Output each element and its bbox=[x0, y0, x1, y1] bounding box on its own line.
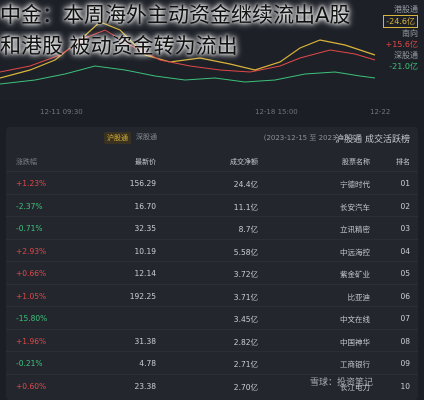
net-amount: 5.58亿 bbox=[233, 247, 258, 257]
net-amount: 3.71亿 bbox=[233, 292, 258, 302]
table-row[interactable]: 09 工商银行 2.71亿 4.78 -0.21% bbox=[6, 351, 418, 374]
rank-cell: 07 bbox=[400, 314, 410, 323]
net-amount: 3.72亿 bbox=[233, 270, 258, 279]
stock-name: 紫金矿业 bbox=[340, 270, 370, 279]
net-amount: 2.82亿 bbox=[233, 337, 258, 347]
headline-line-2: 和港股 被动资金转为流出 bbox=[0, 34, 238, 58]
chart-x-axis: 12-11 09:30 12-18 15:00 12-22 bbox=[0, 108, 424, 120]
change-pct: -15.80% bbox=[16, 314, 48, 323]
table-row[interactable]: 03 立讯精密 8.7亿 32.35 -0.71% bbox=[6, 216, 418, 239]
stock-name: 中文在线 bbox=[340, 315, 370, 324]
latest-price: 16.70 bbox=[134, 201, 156, 211]
rank-cell: 03 bbox=[400, 224, 410, 233]
table-row[interactable]: 01 宁德时代 24.4亿 156.29 +1.23% bbox=[6, 171, 418, 194]
latest-price: 32.35 bbox=[134, 224, 156, 233]
headline-line-1: 中金：本周海外主动资金继续流出A股 bbox=[0, 3, 351, 27]
stock-name: 工商银行 bbox=[340, 360, 370, 369]
stock-name: 比亚迪 bbox=[347, 292, 371, 302]
latest-price: 4.78 bbox=[139, 359, 156, 368]
change-pct: +2.93% bbox=[16, 246, 47, 256]
net-amount: 3.45亿 bbox=[233, 315, 258, 324]
panel-date-range: (2023-12-15 至 2023-12-22) bbox=[263, 134, 362, 142]
net-amount: 2.70亿 bbox=[233, 382, 258, 392]
col-amount: 成交净额 bbox=[230, 158, 258, 166]
stock-name: 长安汽车 bbox=[340, 202, 370, 212]
tab-shanghai[interactable]: 沪股通 bbox=[104, 132, 131, 144]
headline-overlay: 中金：本周海外主动资金继续流出A股 和港股 被动资金转为流出 bbox=[0, 0, 424, 62]
col-rank: 排名 bbox=[396, 158, 410, 166]
latest-price: 12.14 bbox=[134, 269, 156, 278]
x-tick-right: 12-22 bbox=[370, 108, 391, 116]
watermark: 雪球：投资笔记 bbox=[310, 378, 374, 388]
latest-price: 156.29 bbox=[129, 179, 156, 188]
latest-price: 192.25 bbox=[129, 291, 156, 301]
tab-shenzhen[interactable]: 深股通 bbox=[136, 132, 157, 142]
col-name: 股票名称 bbox=[342, 158, 370, 166]
rank-cell: 04 bbox=[400, 246, 410, 256]
table-row[interactable]: 02 长安汽车 11.1亿 16.70 -2.37% bbox=[6, 193, 418, 217]
table-row[interactable]: 05 紫金矿业 3.72亿 12.14 +0.66% bbox=[6, 261, 418, 284]
legend-value-3: -21.0亿 bbox=[389, 62, 418, 71]
change-pct: +1.96% bbox=[16, 336, 47, 346]
flow-line-3 bbox=[0, 65, 376, 85]
table-header: 排名 股票名称 成交净额 最新价 涨跌幅 bbox=[6, 155, 418, 169]
change-pct: +1.05% bbox=[16, 291, 47, 301]
rank-cell: 06 bbox=[400, 291, 410, 301]
latest-price: 23.38 bbox=[134, 381, 156, 391]
net-amount: 8.7亿 bbox=[238, 225, 258, 234]
change-pct: -0.21% bbox=[16, 359, 43, 368]
latest-price: 10.19 bbox=[134, 246, 156, 256]
x-tick-mid: 12-18 15:00 bbox=[255, 108, 298, 116]
ranking-panel: 沪股通 成交活跃榜 (2023-12-15 至 2023-12-22) 深股通 … bbox=[6, 127, 418, 400]
rank-cell: 09 bbox=[400, 359, 410, 368]
col-price: 最新价 bbox=[135, 158, 156, 166]
change-pct: -0.71% bbox=[16, 224, 43, 233]
table-row[interactable]: 06 比亚迪 3.71亿 192.25 +1.05% bbox=[6, 283, 418, 307]
rank-cell: 02 bbox=[400, 201, 410, 211]
rank-cell: 05 bbox=[400, 269, 410, 278]
net-amount: 24.4亿 bbox=[233, 180, 258, 189]
net-amount: 11.1亿 bbox=[233, 202, 258, 212]
latest-price: 31.38 bbox=[134, 336, 156, 346]
change-pct: +1.23% bbox=[16, 179, 47, 188]
net-amount: 2.71亿 bbox=[233, 360, 258, 369]
rank-cell: 10 bbox=[400, 381, 410, 391]
x-tick-left: 12-11 09:30 bbox=[40, 108, 83, 116]
change-pct: +0.66% bbox=[16, 269, 47, 278]
change-pct: -2.37% bbox=[16, 201, 43, 211]
stock-name: 中国神华 bbox=[340, 337, 370, 347]
col-change: 涨跌幅 bbox=[16, 158, 37, 166]
stock-name: 中远海控 bbox=[340, 247, 370, 257]
stock-name: 宁德时代 bbox=[340, 180, 370, 189]
stock-name: 立讯精密 bbox=[340, 225, 370, 234]
table-row[interactable]: 04 中远海控 5.58亿 10.19 +2.93% bbox=[6, 238, 418, 262]
table-row[interactable]: 07 中文在线 3.45亿 -15.80% bbox=[6, 306, 418, 329]
rank-cell: 08 bbox=[400, 336, 410, 346]
rank-cell: 01 bbox=[400, 179, 410, 188]
table-row[interactable]: 08 中国神华 2.82亿 31.38 +1.96% bbox=[6, 328, 418, 352]
change-pct: +0.60% bbox=[16, 381, 47, 391]
panel-header: 沪股通 成交活跃榜 (2023-12-15 至 2023-12-22) 深股通 … bbox=[6, 127, 418, 149]
